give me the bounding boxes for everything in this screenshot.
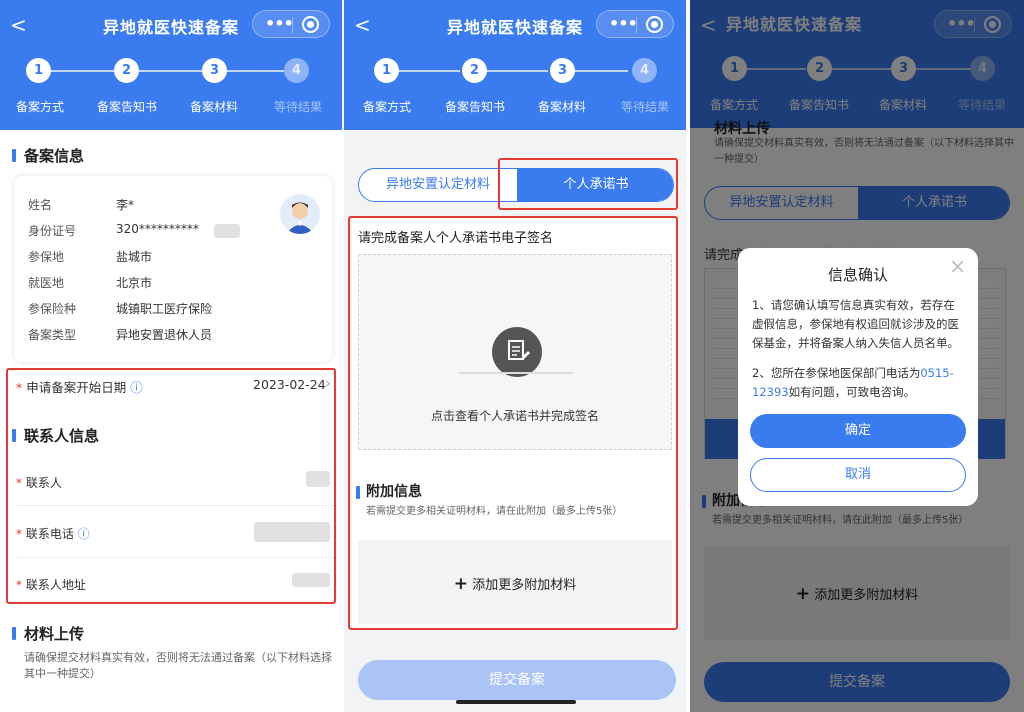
filing-type-value: 异地安置退休人员 — [116, 328, 213, 342]
close-target-icon[interactable] — [646, 16, 663, 33]
home-indicator — [456, 700, 576, 704]
submit-filing-button[interactable]: 提交备案 — [358, 660, 676, 700]
step-2-label: 备案告知书 — [444, 100, 505, 114]
header: < 异地就医快速备案 ••• 1 2 3 4 备案方式 备案告知书 备案材料 等… — [344, 0, 686, 130]
close-icon[interactable]: × — [949, 254, 966, 278]
content: 异地安置认定材料 个人承诺书 请完成备案人个人承诺书电子签名 点击查看个人承诺书… — [344, 130, 686, 712]
dialog-text-1: 1、请您确认填写信息真实有效，若存在虚假信息，参保地有权追回就诊涉及的医保基金，… — [752, 298, 959, 350]
filing-info-card: 姓名 李* 身份证号 320********** 参保地 盐城市 就医地 北京市… — [14, 176, 332, 362]
name-label: 姓名 — [28, 198, 53, 212]
id-value: 320********** — [116, 222, 199, 236]
step-3-label: 备案材料 — [189, 100, 238, 114]
tab-relocation-materials[interactable]: 异地安置认定材料 — [359, 169, 517, 201]
step-2-circle: 2 — [114, 58, 139, 83]
highlight-box — [348, 216, 678, 630]
filing-info-title: 备案信息 — [24, 147, 85, 165]
cancel-button[interactable]: 取消 — [750, 458, 966, 492]
name-value: 李* — [116, 198, 135, 212]
step-1-label: 备案方式 — [362, 100, 411, 114]
id-label: 身份证号 — [28, 224, 77, 238]
materials-title: 材料上传 — [24, 625, 85, 643]
step-3-label: 备案材料 — [537, 100, 586, 114]
step-3-circle: 3 — [202, 58, 227, 83]
stepper: 1 2 3 4 备案方式 备案告知书 备案材料 等待结果 — [0, 58, 342, 118]
content: 备案信息 姓名 李* 身份证号 320********** 参保地 盐城市 就医… — [0, 130, 342, 712]
step-4-circle: 4 — [632, 58, 657, 83]
treatment-place-value: 北京市 — [116, 276, 153, 290]
step-1-circle: 1 — [26, 58, 51, 83]
step-1-circle: 1 — [374, 58, 399, 83]
step-4-label: 等待结果 — [273, 100, 322, 114]
nav-bar: < 异地就医快速备案 ••• — [0, 0, 342, 50]
close-target-icon[interactable] — [302, 16, 319, 33]
screen-filing-info: < 异地就医快速备案 ••• 1 2 3 4 备案方式 备案告知书 备案材料 等… — [0, 0, 342, 712]
insured-place-label: 参保地 — [28, 250, 65, 264]
header: < 异地就医快速备案 ••• 1 2 3 4 备案方式 备案告知书 备案材料 等… — [0, 0, 342, 130]
step-1-label: 备案方式 — [15, 100, 64, 114]
insurance-type-value: 城镇职工医疗保险 — [116, 302, 213, 316]
confirm-button[interactable]: 确定 — [750, 414, 966, 448]
mini-program-capsule: ••• — [596, 10, 674, 38]
treatment-place-label: 就医地 — [28, 276, 65, 290]
highlight-box — [6, 368, 336, 604]
insured-place-value: 盐城市 — [116, 250, 153, 264]
materials-note: 请确保提交材料真实有效，否则将无法通过备案（以下材料选择其中一种提交） — [24, 651, 332, 680]
mini-program-capsule: ••• — [252, 10, 330, 38]
step-2-label: 备案告知书 — [96, 100, 157, 114]
dialog-title: 信息确认 — [827, 266, 888, 284]
confirm-dialog: 信息确认 × 1、请您确认填写信息真实有效，若存在虚假信息，参保地有权追回就诊涉… — [738, 248, 978, 506]
step-3-circle: 3 — [550, 58, 575, 83]
filing-type-label: 备案类型 — [28, 328, 77, 342]
avatar — [280, 194, 320, 234]
screen-commitment: < 异地就医快速备案 ••• 1 2 3 4 备案方式 备案告知书 备案材料 等… — [344, 0, 686, 712]
dialog-text-2: 2、您所在参保地医保部门电话为0515-12393如有问题，可致电咨询。 — [752, 366, 954, 399]
stepper: 1 2 3 4 备案方式 备案告知书 备案材料 等待结果 — [344, 58, 686, 118]
insurance-type-label: 参保险种 — [28, 302, 77, 316]
highlight-box — [498, 158, 678, 210]
more-menu-icon[interactable]: ••• — [609, 14, 638, 33]
more-menu-icon[interactable]: ••• — [265, 14, 294, 33]
step-2-circle: 2 — [462, 58, 487, 83]
step-4-label: 等待结果 — [620, 100, 669, 114]
nav-bar: < 异地就医快速备案 ••• — [344, 0, 686, 50]
screen-confirm-dialog: < 异地就医快速备案 ••• 1 2 3 4 备案方式 备案告知书 备案材料 等… — [690, 0, 1024, 712]
step-4-circle: 4 — [284, 58, 309, 83]
